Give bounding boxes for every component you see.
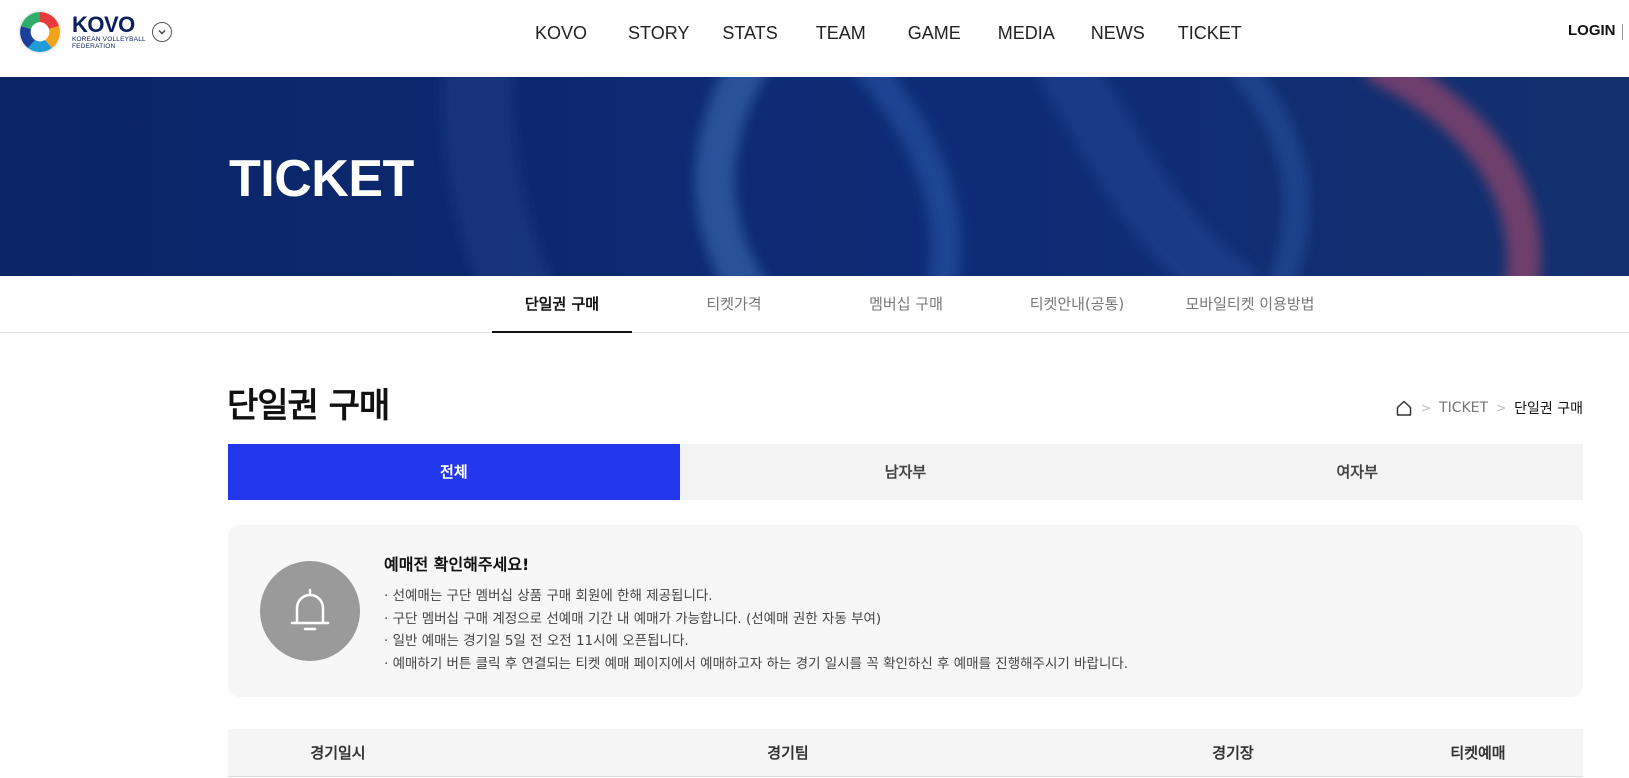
header-divider: [1622, 24, 1623, 40]
breadcrumb-current: 단일권 구매: [1514, 401, 1583, 417]
logo-word: KOVO: [72, 12, 135, 37]
hero-banner: TICKET: [0, 77, 1629, 276]
login-link[interactable]: LOGIN: [1568, 22, 1616, 39]
ticket-subtabs: 단일권 구매 티켓가격 멤버십 구매 티켓안내(공통) 모바일티켓 이용방법: [0, 276, 1629, 333]
nav-stats[interactable]: STATS: [722, 18, 777, 48]
subtab-ticket-price[interactable]: 티켓가격: [664, 276, 804, 333]
site-header: KOVO KOREAN VOLLEYBALL FEDERATION KOVO S…: [0, 0, 1629, 77]
chevron-right-icon: >: [1496, 401, 1507, 415]
notice-item: · 일반 예매는 경기일 5일 전 오전 11시에 오픈됩니다.: [384, 633, 689, 649]
subtab-ticket-guide[interactable]: 티켓안내(공통): [1007, 276, 1147, 333]
notice-list: · 선예매는 구단 멤버십 상품 구매 회원에 한해 제공됩니다. · 구단 멤…: [384, 585, 1128, 675]
notice-item: · 예매하기 버튼 클릭 후 연결되는 티켓 예매 페이지에서 예매하고자 하는…: [384, 655, 1129, 672]
nav-media[interactable]: MEDIA: [998, 18, 1055, 48]
nav-game[interactable]: GAME: [908, 18, 961, 48]
column-header-booking: 티켓예매: [1450, 744, 1506, 762]
logo-text: KOVO KOREAN VOLLEYBALL FEDERATION: [72, 12, 146, 51]
booking-notice: 예매전 확인해주세요! · 선예매는 구단 멤버십 상품 구매 회원에 한해 제…: [228, 525, 1583, 697]
kovo-logo-icon: [18, 10, 62, 54]
subtab-membership[interactable]: 멤버십 구매: [836, 276, 976, 333]
logo-sub-line1: KOREAN VOLLEYBALL: [72, 36, 146, 43]
nav-ticket[interactable]: TICKET: [1178, 18, 1242, 48]
kovo-logo[interactable]: KOVO KOREAN VOLLEYBALL FEDERATION: [16, 8, 146, 56]
column-header-date: 경기일시: [310, 744, 366, 762]
main-nav: KOVO STORY STATS TEAM GAME MEDIA NEWS TI…: [535, 18, 1242, 48]
notice-item: · 선예매는 구단 멤버십 상품 구매 회원에 한해 제공됩니다.: [384, 588, 713, 604]
nav-kovo[interactable]: KOVO: [535, 18, 587, 48]
schedule-table-header: 경기일시 경기팀 경기장 티켓예매: [228, 729, 1583, 777]
logo-sub-line2: FEDERATION: [72, 43, 116, 50]
page-title: 단일권 구매: [227, 386, 390, 426]
column-header-teams: 경기팀: [767, 744, 809, 762]
chevron-down-icon: [158, 29, 166, 35]
nav-team[interactable]: TEAM: [816, 18, 866, 48]
bell-icon: [290, 588, 330, 631]
nav-news[interactable]: NEWS: [1091, 18, 1145, 48]
subtab-single-ticket[interactable]: 단일권 구매: [492, 276, 632, 333]
family-site-toggle[interactable]: [152, 22, 172, 42]
column-header-venue: 경기장: [1212, 744, 1254, 762]
hero-title: TICKET: [229, 150, 414, 208]
breadcrumb-section[interactable]: TICKET: [1439, 400, 1488, 416]
tab-all[interactable]: 전체: [228, 444, 680, 500]
notice-item: · 구단 멤버십 구매 계정으로 선예매 기간 내 예매가 가능합니다. (선예…: [384, 610, 882, 627]
tab-women[interactable]: 여자부: [1131, 444, 1583, 500]
chevron-right-icon: >: [1420, 401, 1432, 415]
nav-story[interactable]: STORY: [628, 18, 689, 48]
breadcrumb: > TICKET > 단일권 구매: [1395, 398, 1583, 418]
home-icon[interactable]: [1395, 399, 1413, 417]
tab-men[interactable]: 남자부: [680, 444, 1132, 500]
notice-title: 예매전 확인해주세요!: [384, 555, 530, 574]
league-tabs: 전체 남자부 여자부: [228, 444, 1583, 500]
notice-icon-circle: [260, 561, 360, 661]
subtab-mobile-ticket[interactable]: 모바일티켓 이용방법: [1170, 276, 1330, 333]
